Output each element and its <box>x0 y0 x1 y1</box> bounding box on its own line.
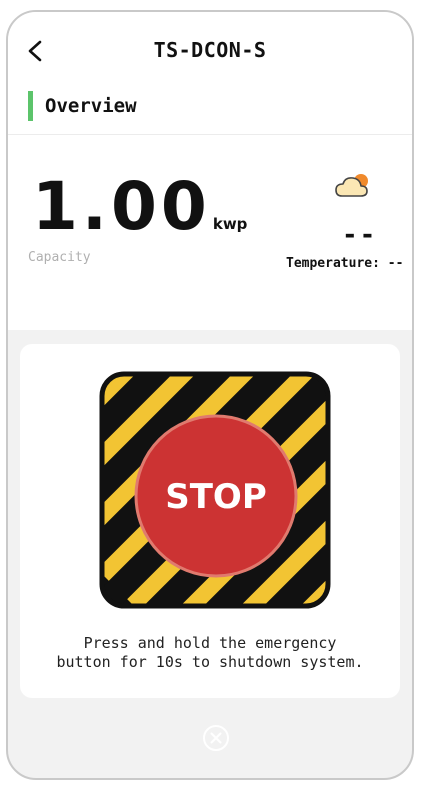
section-title: Overview <box>45 95 137 117</box>
page-title: TS-DCON-S <box>153 38 267 62</box>
instruction-line-1: Press and hold the emergency <box>83 634 337 652</box>
instruction-line-2: button for 10s to shutdown system. <box>56 653 364 671</box>
close-circle-icon[interactable] <box>200 722 232 754</box>
section-accent-bar <box>28 91 33 121</box>
emergency-instruction: Press and hold the emergency button for … <box>20 634 400 672</box>
capacity-block: 1.00 kwp <box>32 172 247 242</box>
emergency-stop-button[interactable]: STOP <box>98 370 332 610</box>
capacity-label: Capacity <box>28 250 91 265</box>
capacity-value: 1.00 <box>32 168 211 245</box>
emergency-card: STOP Press and hold the emergency button… <box>20 344 400 698</box>
capacity-unit: kwp <box>212 215 248 233</box>
divider <box>8 134 412 135</box>
section-header: Overview <box>28 90 137 122</box>
stop-label: STOP <box>165 477 267 517</box>
phone-frame: TS-DCON-S Overview 1.00 kwp Capacity -- T… <box>6 10 414 780</box>
temperature-label: Temperature: -- <box>286 256 404 271</box>
overview-panel: TS-DCON-S Overview 1.00 kwp Capacity -- T… <box>8 12 412 330</box>
cloud-sun-icon <box>335 174 368 197</box>
temperature-value: -- <box>342 220 378 250</box>
nav-bar: TS-DCON-S <box>8 12 412 86</box>
